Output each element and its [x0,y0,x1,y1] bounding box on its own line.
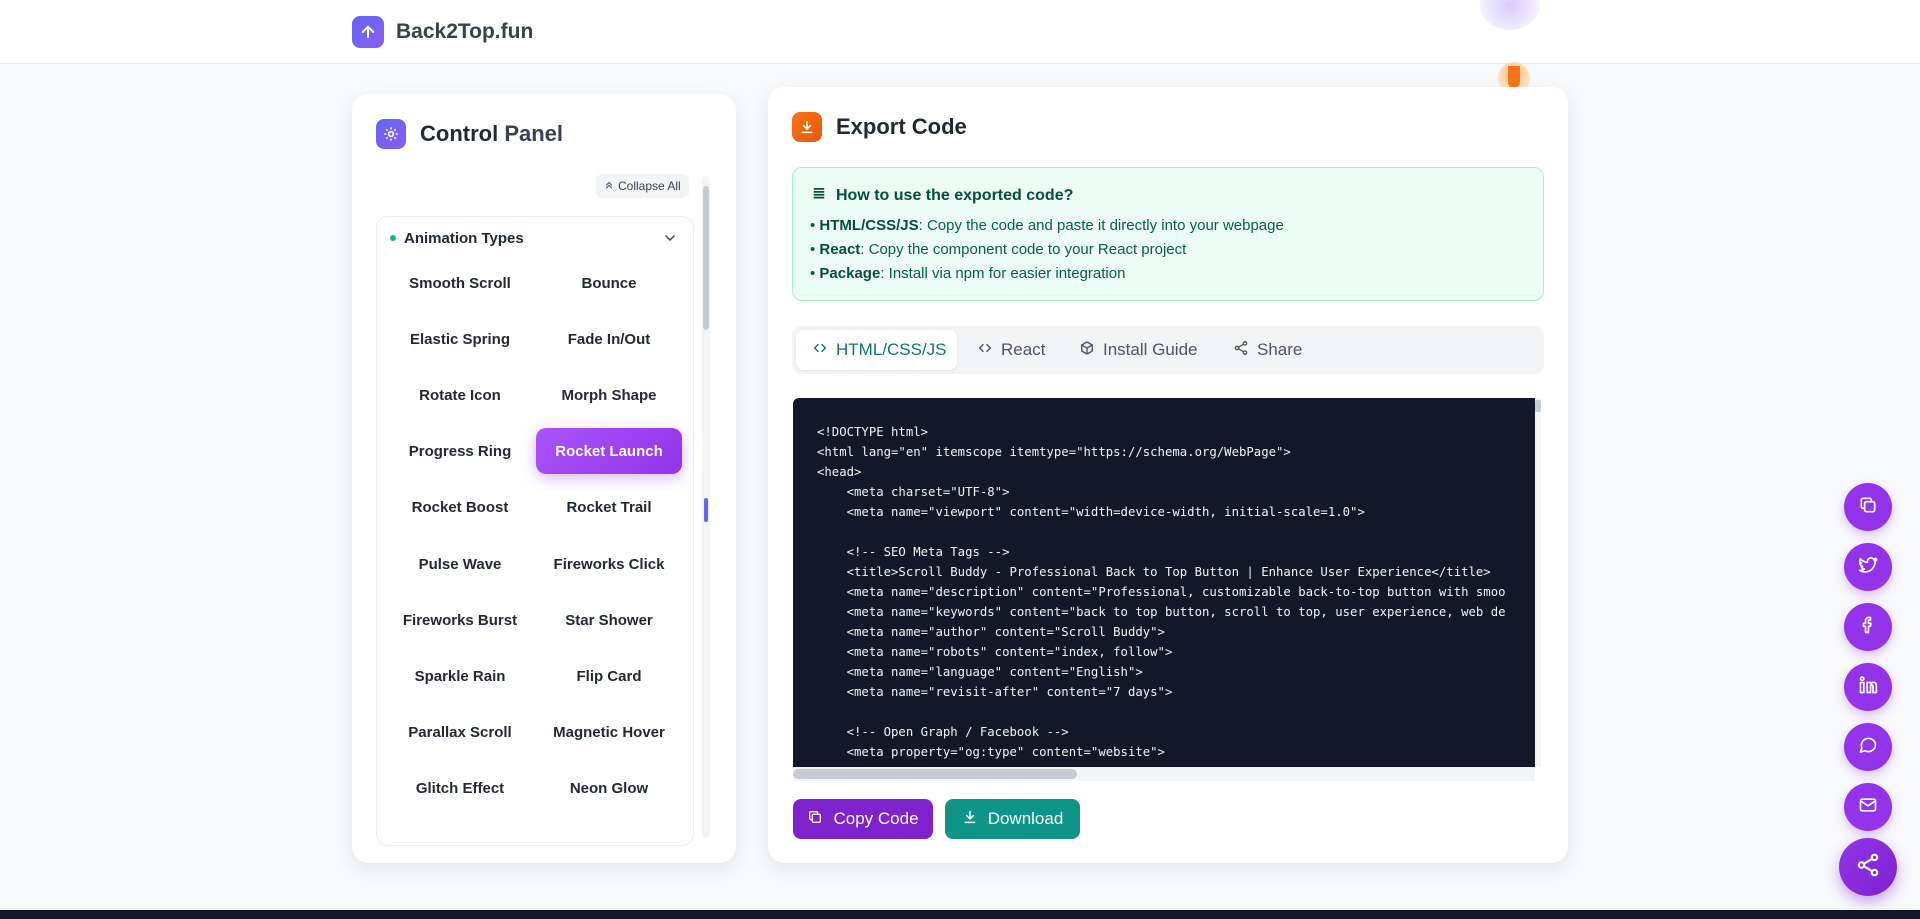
animation-option-rocket-launch[interactable]: Rocket Launch [536,428,682,474]
share-email-button[interactable] [1844,783,1892,831]
linkedin-icon [1858,675,1878,700]
usage-line-package: • Package: Install via npm for easier in… [810,265,1126,282]
animation-option-fireworks-burst[interactable]: Fireworks Burst [387,597,533,643]
chat-icon [1858,735,1878,760]
usage-line-label: HTML/CSS/JS [819,217,919,234]
usage-line-html: • HTML/CSS/JS: Copy the code and paste i… [810,217,1284,234]
animation-option-smooth-scroll[interactable]: Smooth Scroll [387,260,533,306]
download-icon [792,112,822,142]
usage-line-text: : Copy the component code to your React … [860,241,1187,258]
code-horizontal-scrollbar[interactable] [793,767,1535,781]
usage-info-title: How to use the exported code? [812,186,1073,205]
animation-option-flip-card[interactable]: Flip Card [536,653,682,699]
brand[interactable]: Back2Top.fun [352,16,533,48]
facebook-icon [1858,615,1878,640]
share-facebook-button[interactable] [1844,603,1892,651]
package-icon [1079,340,1095,361]
copy-icon [807,809,823,830]
share-toggle-button[interactable] [1839,838,1897,896]
export-title: Export Code [792,112,967,142]
animation-option-fade-in-out[interactable]: Fade In/Out [536,316,682,362]
code-vertical-scrollbar[interactable] [1535,398,1541,767]
animation-option-fireworks-click[interactable]: Fireworks Click [536,541,682,587]
usage-line-text: : Copy the code and paste it directly in… [918,217,1284,234]
list-icon [812,186,826,205]
download-icon [962,809,978,830]
chevrons-up-icon [604,179,614,193]
animation-option-pulse-wave[interactable]: Pulse Wave [387,541,533,587]
brand-name: Back2Top.fun [396,20,534,43]
animation-option-bounce[interactable]: Bounce [536,260,682,306]
animation-option-elastic-spring[interactable]: Elastic Spring [387,316,533,362]
download-button[interactable]: Download [945,799,1080,839]
collapse-all-button[interactable]: Collapse All [596,174,689,198]
arrow-up-icon [352,16,384,48]
copy-icon [1858,495,1878,520]
usage-info-heading: How to use the exported code? [836,186,1074,204]
animation-option-parallax-scroll[interactable]: Parallax Scroll [387,709,533,755]
panel-scroll-marker [704,498,708,522]
code-viewer[interactable]: <!DOCTYPE html> <html lang="en" itemscop… [793,398,1535,767]
animation-option-neon-glow[interactable]: Neon Glow [536,765,682,811]
control-panel-title: Control Panel [376,119,563,149]
collapse-all-label: Collapse All [618,179,681,193]
share-icon [1855,852,1881,883]
status-dot [390,235,396,241]
section-title: Animation Types [404,229,524,247]
usage-line-text: : Install via npm for easier integration [880,265,1126,282]
usage-line-label: React [819,241,861,258]
footer-bar [0,910,1920,919]
animation-option-morph-shape[interactable]: Morph Shape [536,372,682,418]
code-icon [977,340,993,361]
top-header: Back2Top.fun [0,0,1920,64]
code-content: <!DOCTYPE html> <html lang="en" itemscop… [817,425,1506,759]
copy-code-button[interactable]: Copy Code [793,799,933,839]
twitter-icon [1858,555,1878,580]
animation-option-sparkle-rain[interactable]: Sparkle Rain [387,653,533,699]
tab-html-css-js[interactable]: HTML/CSS/JS [796,330,957,370]
share-icon [1233,340,1249,361]
animation-option-glitch-effect[interactable]: Glitch Effect [387,765,533,811]
usage-line-label: Package [819,265,881,282]
download-label: Download [987,809,1064,828]
copy-link-button[interactable] [1844,483,1892,531]
control-panel-title-accent: Panel [504,121,564,146]
animation-option-progress-ring[interactable]: Progress Ring [387,428,533,474]
animation-option-star-shower[interactable]: Star Shower [536,597,682,643]
chevron-down-icon[interactable] [662,230,678,251]
gear-icon [376,119,406,149]
animation-option-rotate-icon[interactable]: Rotate Icon [387,372,533,418]
share-twitter-button[interactable] [1844,543,1892,591]
control-panel-title-main: Control [420,121,499,146]
tab-label: Share [1257,340,1303,359]
animation-option-rocket-boost[interactable]: Rocket Boost [387,484,533,530]
copy-code-label: Copy Code [833,809,919,828]
export-title-text: Export Code [836,114,967,139]
share-linkedin-button[interactable] [1844,663,1892,711]
animation-types-header[interactable]: Animation Types [390,226,682,250]
tab-install-guide[interactable]: Install Guide [1063,330,1214,370]
tab-share[interactable]: Share [1217,330,1318,370]
animation-option-rocket-trail[interactable]: Rocket Trail [536,484,682,530]
tab-label: HTML/CSS/JS [836,340,947,359]
panel-scroll-thumb[interactable] [703,186,709,330]
mail-icon [1858,795,1878,820]
tab-label: Install Guide [1103,340,1198,359]
share-chat-button[interactable] [1844,723,1892,771]
tab-label: React [1001,340,1046,359]
tab-react[interactable]: React [961,330,1061,370]
decorative-glow [1480,0,1540,30]
usage-line-react: • React: Copy the component code to your… [810,241,1187,258]
code-icon [812,340,828,361]
animation-option-magnetic-hover[interactable]: Magnetic Hover [536,709,682,755]
